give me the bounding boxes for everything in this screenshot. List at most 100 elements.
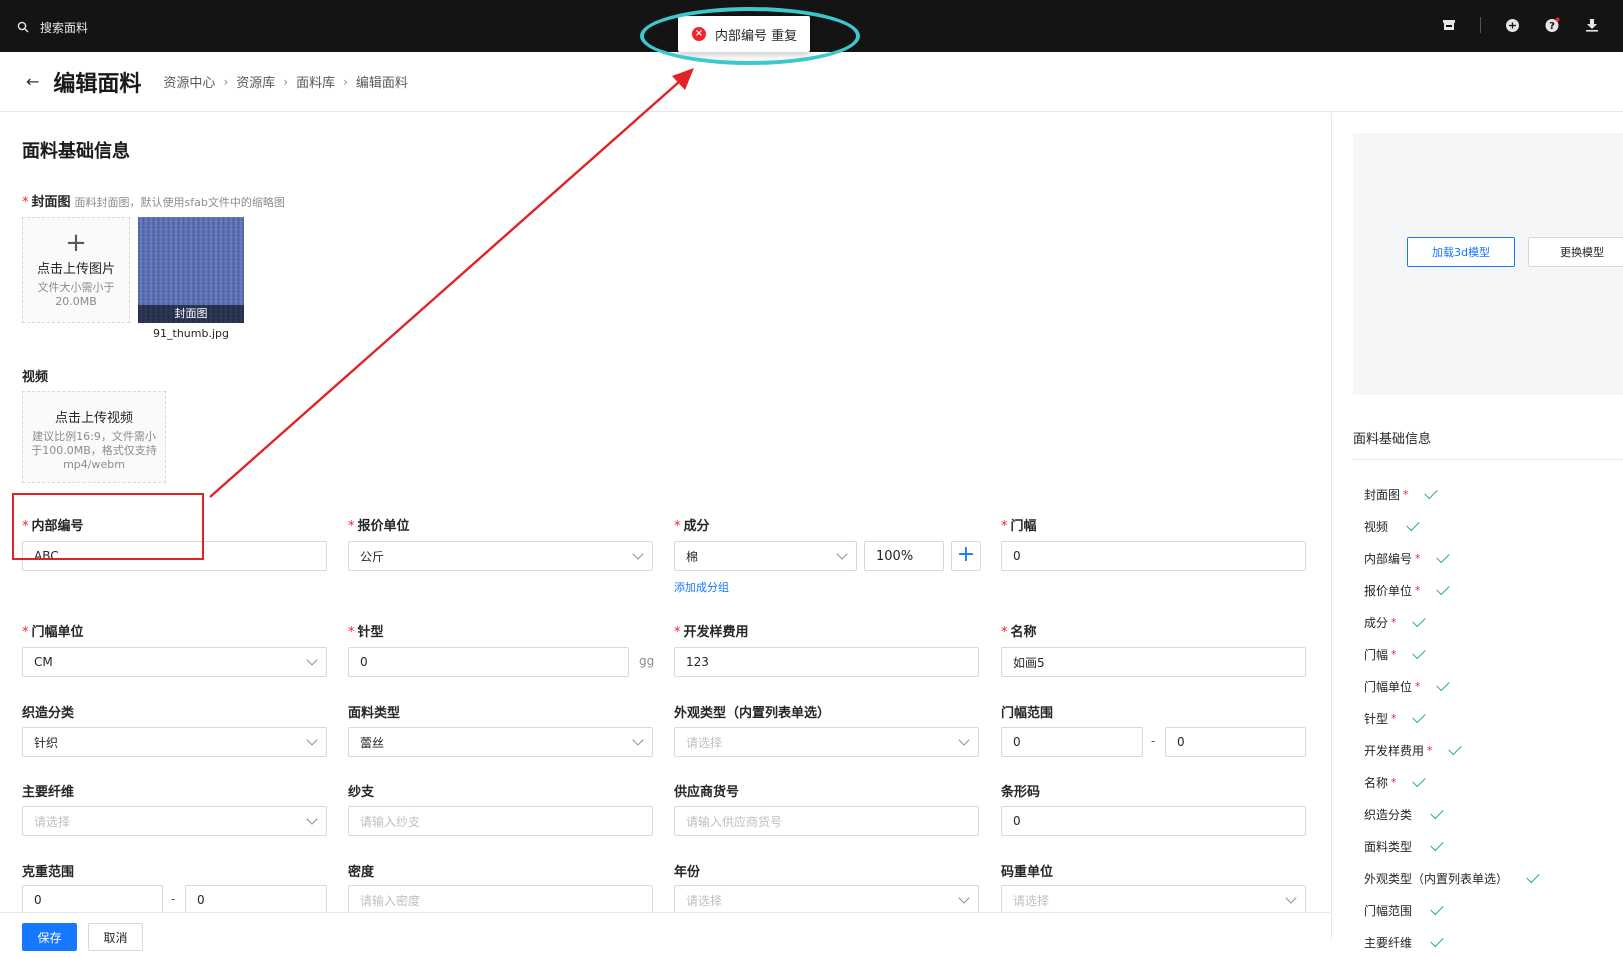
width-label: * 门幅 (1001, 519, 1037, 534)
required-mark: * (1391, 775, 1397, 789)
search-placeholder[interactable]: 搜索面料 (40, 19, 88, 36)
required-mark: * (1391, 711, 1397, 725)
checklist-item[interactable]: 成分 * (1364, 606, 1623, 638)
width-range-min-input[interactable]: 0 (1001, 727, 1143, 757)
checklist-item[interactable]: 门幅范围 (1364, 894, 1623, 926)
yarn-count-input[interactable]: 请输入纱支 (348, 806, 653, 836)
check-icon (1411, 645, 1426, 659)
sample-fee-input[interactable]: 123 (674, 647, 979, 677)
checklist-divider (1353, 459, 1623, 460)
required-mark: * (1391, 647, 1397, 661)
checklist-item[interactable]: 名称 * (1364, 766, 1623, 798)
back-arrow-icon[interactable]: ← (26, 72, 39, 91)
toast-message: 内部编号 重复 (715, 28, 798, 44)
check-icon (1411, 773, 1426, 787)
quote-unit-select[interactable]: 公斤 (348, 541, 653, 571)
video-label: 视频 (22, 370, 49, 385)
check-icon (1430, 933, 1444, 947)
required-mark: * (1415, 551, 1421, 565)
chevron-down-icon (306, 734, 318, 746)
barcode-label: 条形码 (1001, 785, 1041, 800)
checklist-item-label: 开发样费用 (1364, 743, 1425, 758)
check-icon (1430, 805, 1444, 819)
needle-type-input[interactable]: 0 (348, 647, 629, 677)
checklist-item[interactable]: 织造分类 (1364, 798, 1623, 830)
checklist-item[interactable]: 面料类型 (1364, 830, 1623, 862)
global-search[interactable]: 搜索面料 (14, 18, 88, 36)
width-input[interactable]: 0 (1001, 541, 1306, 571)
appearance-type-select[interactable]: 请选择 (674, 727, 979, 757)
panel-divider (1331, 113, 1332, 940)
form-area: 面料基础信息 * 封面图 面料封面图，默认使用sfab文件中的缩略图 + 点击上传图… (0, 113, 1330, 915)
checklist-item-label: 视频 (1364, 519, 1389, 534)
checklist-item[interactable]: 视频 (1364, 510, 1623, 542)
required-mark: * (1391, 615, 1397, 629)
composition-percent-input[interactable]: 100% (864, 541, 944, 571)
chevron-down-icon (958, 734, 970, 746)
check-icon (1430, 837, 1444, 851)
yard-weight-unit-select[interactable]: 请选择 (1001, 885, 1306, 915)
page-header: ← 编辑面料 资源中心 › 资源库 › 面料库 › 编辑面料 (0, 52, 1623, 112)
store-icon[interactable] (1440, 16, 1458, 34)
checklist-item[interactable]: 内部编号 * (1364, 542, 1623, 574)
checklist-item[interactable]: 主要纤维 (1364, 926, 1623, 958)
cover-file-name: 91_thumb.jpg (153, 327, 229, 340)
chevron-down-icon (836, 548, 848, 560)
gram-range-max-input[interactable]: 0 (185, 885, 327, 915)
name-input[interactable]: 如画5 (1001, 647, 1306, 677)
range-separator: - (1151, 734, 1156, 748)
checklist-item-label: 织造分类 (1364, 807, 1413, 822)
check-icon (1435, 549, 1450, 563)
internal-code-input[interactable]: ABC (22, 541, 327, 571)
error-icon: × (692, 27, 706, 41)
add-composition-button[interactable]: + (951, 541, 981, 571)
width-range-label: 门幅范围 (1001, 706, 1054, 721)
main-fiber-label: 主要纤维 (22, 785, 75, 800)
cancel-button[interactable]: 取消 (88, 923, 143, 951)
main-fiber-select[interactable]: 请选择 (22, 806, 327, 836)
breadcrumb-item[interactable]: 资源中心 (163, 72, 215, 91)
topbar-actions: ? (1440, 16, 1601, 34)
checklist-item-label: 名称 (1364, 775, 1389, 790)
checklist-item-label: 门幅范围 (1364, 903, 1413, 918)
checklist-item-label: 门幅单位 (1364, 679, 1413, 694)
checklist-item[interactable]: 报价单位 * (1364, 574, 1623, 606)
weave-category-select[interactable]: 针织 (22, 727, 327, 757)
breadcrumb-separator: › (343, 74, 348, 89)
year-select[interactable]: 请选择 (674, 885, 979, 915)
checklist-item[interactable]: 开发样费用 * (1364, 734, 1623, 766)
year-label: 年份 (674, 865, 701, 880)
field-checklist: 封面图 * 视频 内部编号 * 报价单位 * 成分 * 门幅 * 门幅单位 * 针型 * 开发样费用 * 名称 * 织… (1364, 478, 1623, 958)
load-3d-model-button[interactable]: 加载3d模型 (1407, 237, 1515, 267)
breadcrumb-separator: › (223, 74, 229, 89)
supplier-code-input[interactable]: 请输入供应商货号 (674, 806, 979, 836)
density-input[interactable]: 请输入密度 (348, 885, 653, 915)
translate-icon[interactable] (1503, 16, 1521, 34)
composition-select[interactable]: 棉 (674, 541, 857, 571)
fabric-type-select[interactable]: 蕾丝 (348, 727, 653, 757)
gram-range-min-input[interactable]: 0 (22, 885, 163, 915)
check-icon (1435, 677, 1450, 691)
download-icon[interactable] (1583, 16, 1601, 34)
width-unit-select[interactable]: CM (22, 647, 327, 677)
replace-model-button[interactable]: 更换模型 (1528, 237, 1623, 267)
breadcrumb-item[interactable]: 面料库 (296, 72, 335, 91)
model-viewer: 加载3d模型 更换模型 (1353, 133, 1623, 395)
checklist-item[interactable]: 针型 * (1364, 702, 1623, 734)
cover-thumbnail[interactable]: 封面图 (138, 217, 244, 323)
gram-range-label: 克重范围 (22, 865, 75, 880)
checklist-item[interactable]: 封面图 * (1364, 478, 1623, 510)
barcode-input[interactable]: 0 (1001, 806, 1306, 836)
width-range-max-input[interactable]: 0 (1165, 727, 1306, 757)
checklist-item[interactable]: 外观类型（内置列表单选） (1364, 862, 1623, 894)
checklist-item[interactable]: 门幅 * (1364, 638, 1623, 670)
video-upload-button[interactable]: 点击上传视频 建议比例16:9，文件需小于100.0MB，格式仅支持mp4/we… (22, 391, 166, 483)
save-button[interactable]: 保存 (22, 923, 77, 951)
checklist-item[interactable]: 门幅单位 * (1364, 670, 1623, 702)
breadcrumb-item[interactable]: 资源库 (236, 72, 275, 91)
cover-upload-button[interactable]: + 点击上传图片 文件大小需小于20.0MB (22, 217, 130, 323)
add-composition-group-link[interactable]: 添加成分组 (674, 579, 729, 595)
density-label: 密度 (348, 865, 375, 880)
check-icon (1435, 581, 1450, 595)
help-icon[interactable]: ? (1543, 16, 1561, 34)
